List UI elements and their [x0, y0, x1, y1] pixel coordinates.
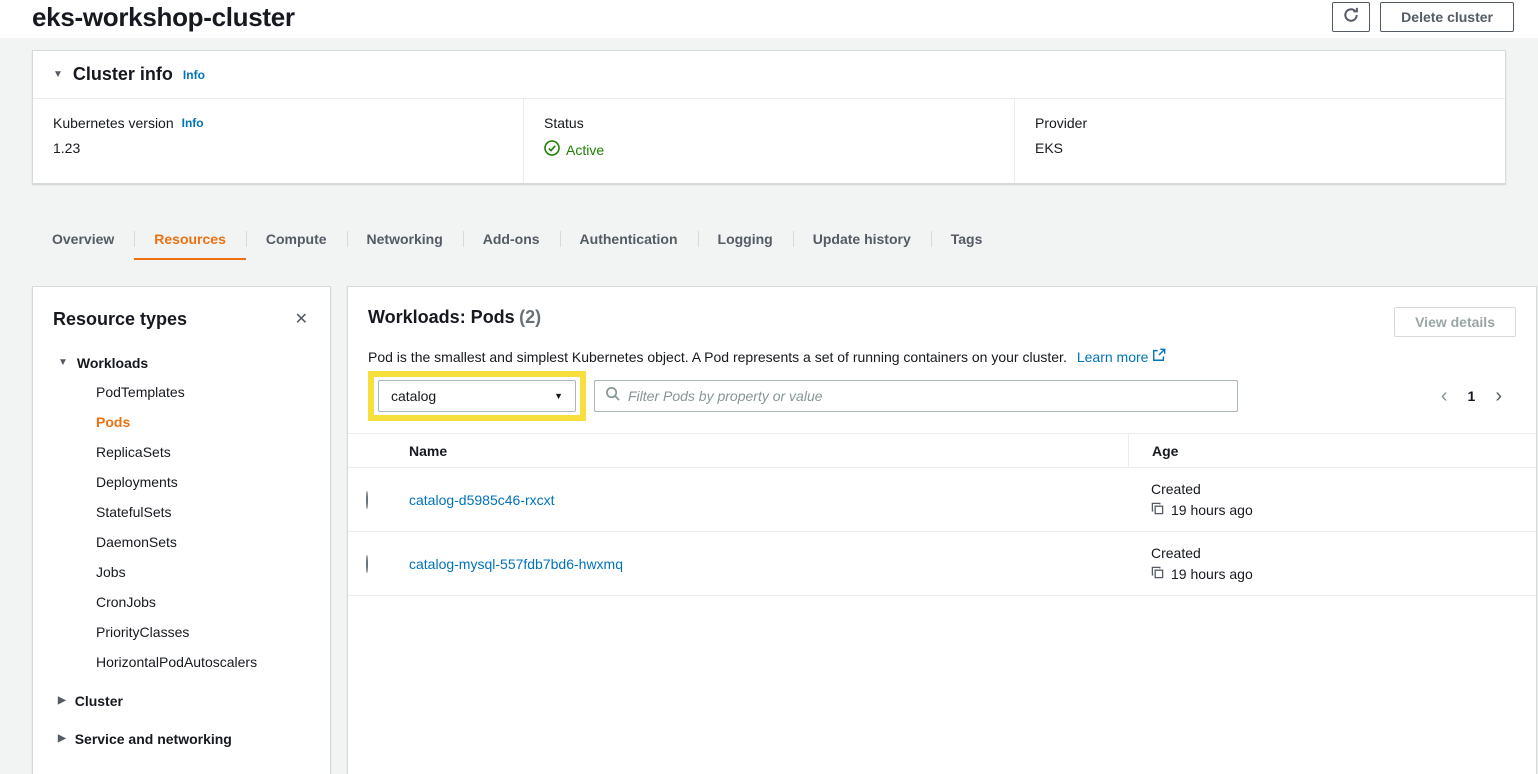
status-text: Active — [566, 142, 604, 158]
resource-types-title: Resource types — [53, 309, 187, 330]
resource-types-panel: Resource types ✕ ▼ Workloads PodTemplate… — [32, 286, 331, 774]
status-value: Active — [544, 140, 994, 159]
collapse-caret-icon[interactable]: ▼ — [53, 70, 63, 80]
pods-count: (2) — [519, 307, 541, 327]
tree-item-priorityclasses[interactable]: PriorityClasses — [96, 617, 312, 647]
dropdown-caret-icon: ▼ — [554, 391, 563, 401]
pods-panel-title: Workloads: Pods — [368, 307, 515, 327]
cluster-tab-bar: Overview Resources Compute Networking Ad… — [32, 218, 1538, 260]
page-header: eks-workshop-cluster Delete cluster — [0, 0, 1538, 38]
refresh-icon — [1343, 7, 1359, 27]
resource-tree: ▼ Workloads PodTemplates Pods ReplicaSet… — [53, 349, 312, 753]
column-header-name: Name — [409, 443, 1128, 459]
view-details-button[interactable]: View details — [1394, 307, 1516, 337]
search-icon — [605, 386, 620, 406]
kubernetes-version-value: 1.23 — [53, 140, 503, 156]
namespace-filter-dropdown[interactable]: catalog ▼ — [378, 380, 576, 412]
pods-panel: Workloads: Pods (2) View details Pod is … — [347, 286, 1537, 774]
page-title: eks-workshop-cluster — [32, 2, 295, 33]
cluster-info-header[interactable]: ▼ Cluster info Info — [33, 51, 1505, 99]
pods-description: Pod is the smallest and simplest Kuberne… — [368, 347, 1067, 367]
tree-item-deployments[interactable]: Deployments — [96, 467, 312, 497]
caret-right-icon: ▶ — [58, 696, 66, 706]
created-label: Created — [1151, 481, 1536, 497]
tab-networking[interactable]: Networking — [347, 218, 463, 260]
kubernetes-version-label: Kubernetes version — [53, 115, 174, 131]
learn-more-link[interactable]: Learn more — [1077, 347, 1167, 367]
tab-compute[interactable]: Compute — [246, 218, 347, 260]
table-row: catalog-mysql-557fdb7bd6-hwxmq Created 1… — [348, 532, 1536, 596]
pod-age: 19 hours ago — [1171, 502, 1253, 518]
namespace-filter-value: catalog — [391, 388, 436, 404]
tab-authentication[interactable]: Authentication — [560, 218, 698, 260]
tab-add-ons[interactable]: Add-ons — [463, 218, 560, 260]
close-icon[interactable]: ✕ — [291, 307, 312, 331]
pods-filter-input[interactable] — [628, 388, 1227, 404]
tree-item-cronjobs[interactable]: CronJobs — [96, 587, 312, 617]
provider-field: Provider EKS — [1014, 99, 1505, 183]
status-label: Status — [544, 115, 994, 131]
tree-item-horizontalpodautoscalers[interactable]: HorizontalPodAutoscalers — [96, 647, 312, 677]
table-row: catalog-d5985c46-rxcxt Created 19 hours … — [348, 468, 1536, 532]
tree-item-jobs[interactable]: Jobs — [96, 557, 312, 587]
cluster-info-card: ▼ Cluster info Info Kubernetes version I… — [32, 50, 1506, 184]
tab-logging[interactable]: Logging — [698, 218, 793, 260]
header-actions: Delete cluster — [1332, 2, 1514, 32]
content-row: Resource types ✕ ▼ Workloads PodTemplate… — [32, 286, 1537, 774]
tab-update-history[interactable]: Update history — [793, 218, 931, 260]
pod-age: 19 hours ago — [1171, 566, 1253, 582]
kubernetes-version-info-link[interactable]: Info — [182, 116, 204, 130]
tree-item-daemonsets[interactable]: DaemonSets — [96, 527, 312, 557]
tree-item-podtemplates[interactable]: PodTemplates — [96, 377, 312, 407]
provider-label: Provider — [1035, 115, 1485, 131]
created-label: Created — [1151, 545, 1536, 561]
tree-group-workloads[interactable]: ▼ Workloads — [53, 349, 312, 377]
caret-right-icon: ▶ — [58, 734, 66, 744]
next-page-icon[interactable]: › — [1495, 386, 1502, 406]
tab-resources[interactable]: Resources — [134, 218, 246, 260]
pods-table: Name Age catalog-d5985c46-rxcxt Created — [348, 433, 1536, 596]
current-page[interactable]: 1 — [1468, 388, 1476, 404]
copy-icon[interactable] — [1151, 502, 1164, 518]
status-check-icon — [544, 140, 560, 159]
pod-name-link[interactable]: catalog-d5985c46-rxcxt — [409, 492, 1128, 508]
copy-icon[interactable] — [1151, 566, 1164, 582]
tree-group-service-networking[interactable]: ▶ Service and networking — [53, 725, 312, 753]
tree-item-statefulsets[interactable]: StatefulSets — [96, 497, 312, 527]
tree-group-cluster[interactable]: ▶ Cluster — [53, 687, 312, 715]
previous-page-icon[interactable]: ‹ — [1441, 386, 1448, 406]
tree-item-replicasets[interactable]: ReplicaSets — [96, 437, 312, 467]
caret-down-icon: ▼ — [58, 358, 68, 368]
refresh-button[interactable] — [1332, 2, 1370, 32]
delete-cluster-button[interactable]: Delete cluster — [1380, 2, 1514, 32]
cluster-info-info-link[interactable]: Info — [183, 68, 205, 82]
external-link-icon — [1152, 347, 1166, 367]
status-field: Status Active — [523, 99, 1014, 183]
cluster-info-body: Kubernetes version Info 1.23 Status Acti… — [33, 99, 1505, 183]
row-radio[interactable] — [366, 555, 368, 573]
pagination: ‹ 1 › — [1441, 386, 1516, 406]
tree-item-pods[interactable]: Pods — [96, 407, 312, 437]
row-radio[interactable] — [366, 491, 368, 509]
provider-value: EKS — [1035, 140, 1485, 156]
tutorial-highlight-box: catalog ▼ — [368, 371, 586, 421]
kubernetes-version-field: Kubernetes version Info 1.23 — [33, 99, 523, 183]
cluster-info-title: Cluster info — [73, 64, 173, 85]
column-header-age: Age — [1128, 434, 1536, 467]
pods-search-box — [594, 380, 1238, 412]
tab-tags[interactable]: Tags — [931, 218, 1003, 260]
pod-name-link[interactable]: catalog-mysql-557fdb7bd6-hwxmq — [409, 556, 1128, 572]
tab-overview[interactable]: Overview — [32, 218, 134, 260]
